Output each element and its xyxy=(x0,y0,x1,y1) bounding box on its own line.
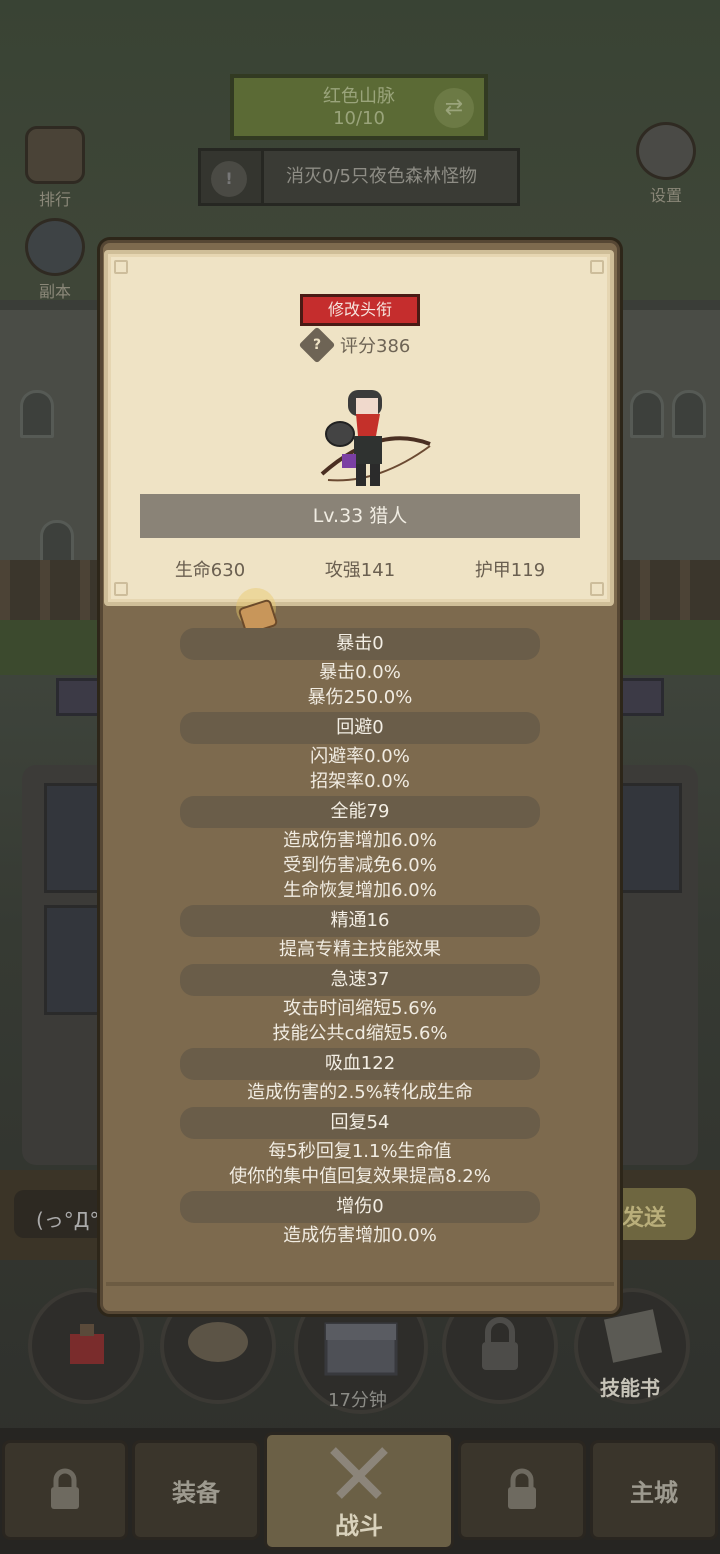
house-window xyxy=(630,390,664,438)
lock-icon xyxy=(51,1468,79,1509)
stat-group-dodge: 回避0 闪避率0.0% 招架率0.0% xyxy=(100,712,620,794)
stat-header: 增伤0 xyxy=(180,1191,540,1223)
settings-button[interactable]: 设置 xyxy=(628,122,704,206)
level-class-bar: Lv.33 猎人 xyxy=(140,494,580,538)
stat-line: 受到伤害减免6.0% xyxy=(283,855,437,876)
card-corner xyxy=(590,582,604,596)
stat-line: 提高专精主技能效果 xyxy=(279,939,441,960)
quest-text: 消灭0/5只夜色森林怪物 xyxy=(261,151,517,203)
swap-map-icon[interactable]: ⇄ xyxy=(434,88,474,128)
stat-header: 回复54 xyxy=(180,1107,540,1139)
stat-header: 全能79 xyxy=(180,796,540,828)
gear-icon xyxy=(636,122,696,180)
stat-header: 回避0 xyxy=(180,712,540,744)
settings-label: 设置 xyxy=(649,186,682,205)
stat-line: 使你的集中值回复效果提高8.2% xyxy=(229,1166,491,1187)
stat-line: 技能公共cd缩短5.6% xyxy=(272,1023,448,1044)
stat-group-versatility: 全能79 造成伤害增加6.0% 受到伤害减免6.0% 生命恢复增加6.0% xyxy=(100,796,620,903)
score-row: ? 评分386 xyxy=(298,326,411,364)
stats-list: 暴击0 暴击0.0% 暴伤250.0% 回避0 闪避率0.0% 招架率0.0% … xyxy=(100,626,620,1248)
attack-stat: 攻强141 xyxy=(324,560,396,581)
exclamation-icon: ! xyxy=(211,161,247,197)
card-corner xyxy=(590,260,604,274)
ranking-button[interactable]: 排行 xyxy=(20,126,90,210)
stat-header: 暴击0 xyxy=(180,628,540,660)
stat-group-haste: 急速37 攻击时间缩短5.6% 技能公共cd缩短5.6% xyxy=(100,964,620,1046)
tab-label: 主城 xyxy=(630,1478,678,1507)
basic-stats-row: 生命630 攻强141 护甲119 xyxy=(150,556,570,582)
crossed-swords-icon xyxy=(330,1446,388,1499)
tab-battle[interactable]: 战斗 xyxy=(264,1432,454,1550)
stat-group-crit: 暴击0 暴击0.0% 暴伤250.0% xyxy=(100,628,620,710)
stat-group-mastery: 精通16 提高专精主技能效果 xyxy=(100,905,620,962)
stat-line: 攻击时间缩短5.6% xyxy=(283,998,437,1019)
stat-header: 精通16 xyxy=(180,905,540,937)
stat-line: 造成伤害的2.5%转化成生命 xyxy=(247,1082,473,1103)
change-title-button[interactable]: 修改头衔 xyxy=(300,294,420,326)
modal-bottom-edge xyxy=(106,1282,614,1286)
stat-line: 造成伤害增加6.0% xyxy=(283,830,437,851)
stat-line: 造成伤害增加0.0% xyxy=(283,1225,437,1246)
stat-line: 闪避率0.0% xyxy=(310,746,410,767)
stat-line: 招架率0.0% xyxy=(310,771,410,792)
lock-icon xyxy=(508,1468,536,1509)
stat-line: 暴击0.0% xyxy=(319,662,401,683)
stat-line: 每5秒回复1.1%生命值 xyxy=(268,1141,452,1162)
stat-group-lifesteal: 吸血122 造成伤害的2.5%转化成生命 xyxy=(100,1048,620,1105)
stat-group-damage-bonus: 增伤0 造成伤害增加0.0% xyxy=(100,1191,620,1248)
card-corner xyxy=(114,582,128,596)
house-window xyxy=(672,390,706,438)
help-icon[interactable]: ? xyxy=(298,326,336,364)
armor-stat: 护甲119 xyxy=(474,560,546,581)
tab-locked-2[interactable] xyxy=(458,1440,586,1540)
hunter-character-sprite xyxy=(320,390,431,486)
map-selector[interactable]: 红色山脉 10/10 ⇄ xyxy=(230,74,488,140)
quest-bar[interactable]: ! 消灭0/5只夜色森林怪物 xyxy=(198,148,520,206)
tab-locked-1[interactable] xyxy=(2,1440,128,1540)
ranking-icon xyxy=(25,126,85,184)
stat-header: 急速37 xyxy=(180,964,540,996)
dungeon-button[interactable]: 副本 xyxy=(20,218,90,302)
dungeon-label: 副本 xyxy=(38,282,71,301)
background-house-left xyxy=(0,300,110,580)
background-house-right xyxy=(610,300,720,580)
card-corner xyxy=(114,260,128,274)
score-label: 评分386 xyxy=(340,336,411,357)
tab-label: 装备 xyxy=(172,1478,220,1507)
stat-line: 暴伤250.0% xyxy=(307,687,413,708)
stat-line: 生命恢复增加6.0% xyxy=(283,880,437,901)
portal-icon xyxy=(25,218,85,276)
stat-group-regen: 回复54 每5秒回复1.1%生命值 使你的集中值回复效果提高8.2% xyxy=(100,1107,620,1189)
tab-label: 战斗 xyxy=(335,1511,383,1540)
stat-header: 吸血122 xyxy=(180,1048,540,1080)
chest-timer: 17分钟 xyxy=(328,1390,387,1411)
ranking-label: 排行 xyxy=(38,190,71,209)
skillbook-label: 技能书 xyxy=(600,1376,660,1400)
house-window xyxy=(20,390,54,438)
tab-equipment[interactable]: 装备 xyxy=(132,1440,260,1540)
hp-stat: 生命630 xyxy=(174,560,246,581)
tab-main-city[interactable]: 主城 xyxy=(590,1440,718,1540)
